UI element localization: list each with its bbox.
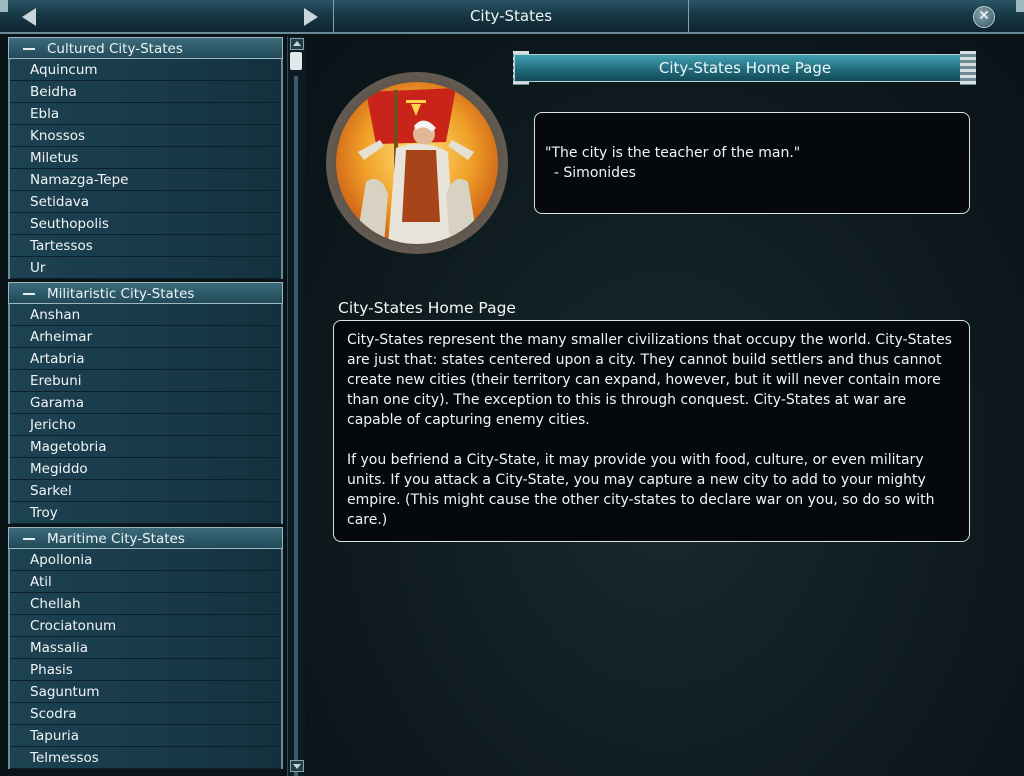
- sidebar-item-miletus[interactable]: Miletus: [10, 147, 281, 169]
- description-paragraph-1: City-States represent the many smaller c…: [347, 332, 952, 428]
- category-header-maritime[interactable]: Maritime City-States: [8, 527, 283, 549]
- sidebar-item-erebuni[interactable]: Erebuni: [10, 370, 281, 392]
- sidebar-item-apollonia[interactable]: Apollonia: [10, 549, 281, 571]
- sidebar-item-knossos[interactable]: Knossos: [10, 125, 281, 147]
- sidebar-item-artabria[interactable]: Artabria: [10, 348, 281, 370]
- page-banner: City-States Home Page: [514, 54, 976, 82]
- quote-text: "The city is the teacher of the man.": [545, 145, 801, 161]
- category-list-maritime: Apollonia Atil Chellah Crociatonum Massa…: [8, 549, 283, 769]
- scroll-up-icon[interactable]: [290, 38, 304, 50]
- sidebar-item-sarkel[interactable]: Sarkel: [10, 480, 281, 502]
- forward-arrow-icon[interactable]: [304, 8, 318, 26]
- quote-box: "The city is the teacher of the man." - …: [534, 112, 970, 214]
- sidebar-item-ur[interactable]: Ur: [10, 257, 281, 279]
- back-arrow-icon[interactable]: [22, 8, 36, 26]
- top-bar: City-States ✕: [0, 0, 1024, 34]
- sidebar-item-setidava[interactable]: Setidava: [10, 191, 281, 213]
- category-label: Cultured City-States: [47, 41, 183, 57]
- sidebar-item-aquincum[interactable]: Aquincum: [10, 59, 281, 81]
- sidebar-item-telmessos[interactable]: Telmessos: [10, 747, 281, 769]
- description-box: City-States represent the many smaller c…: [333, 320, 970, 542]
- portrait-image: [336, 82, 498, 244]
- scroll-track[interactable]: [294, 76, 298, 776]
- sidebar-item-tartessos[interactable]: Tartessos: [10, 235, 281, 257]
- category-list-militaristic: Anshan Arheimar Artabria Erebuni Garama …: [8, 304, 283, 524]
- sidebar-item-saguntum[interactable]: Saguntum: [10, 681, 281, 703]
- sidebar-item-jericho[interactable]: Jericho: [10, 414, 281, 436]
- sidebar-item-magetobria[interactable]: Magetobria: [10, 436, 281, 458]
- category-label: Militaristic City-States: [47, 286, 195, 302]
- sidebar-item-crociatonum[interactable]: Crociatonum: [10, 615, 281, 637]
- description-paragraph-2: If you befriend a City-State, it may pro…: [347, 452, 935, 528]
- close-icon[interactable]: ✕: [973, 6, 995, 28]
- category-list-cultured: Aquincum Beidha Ebla Knossos Miletus Nam…: [8, 59, 283, 279]
- sidebar-item-ebla[interactable]: Ebla: [10, 103, 281, 125]
- category-header-militaristic[interactable]: Militaristic City-States: [8, 282, 283, 304]
- sidebar-item-arheimar[interactable]: Arheimar: [10, 326, 281, 348]
- collapse-icon: [23, 293, 35, 295]
- quote-author: - Simonides: [545, 165, 636, 181]
- herald-figure-icon: [356, 88, 478, 244]
- city-state-portrait: [326, 72, 508, 254]
- window-title: City-States: [333, 0, 689, 32]
- nav-segment: [0, 0, 334, 32]
- collapse-icon: [23, 538, 35, 540]
- collapse-icon: [23, 48, 35, 50]
- section-title: City-States Home Page: [338, 299, 516, 317]
- sidebar: Cultured City-States Aquincum Beidha Ebl…: [8, 36, 283, 776]
- sidebar-item-namazga-tepe[interactable]: Namazga-Tepe: [10, 169, 281, 191]
- sidebar-item-troy[interactable]: Troy: [10, 502, 281, 524]
- sidebar-item-phasis[interactable]: Phasis: [10, 659, 281, 681]
- banner-endcap-right: [960, 51, 976, 85]
- sidebar-item-chellah[interactable]: Chellah: [10, 593, 281, 615]
- sidebar-item-tapuria[interactable]: Tapuria: [10, 725, 281, 747]
- sidebar-scrollbar[interactable]: [287, 36, 305, 776]
- scroll-thumb[interactable]: [290, 52, 302, 70]
- sidebar-item-anshan[interactable]: Anshan: [10, 304, 281, 326]
- sidebar-item-garama[interactable]: Garama: [10, 392, 281, 414]
- sidebar-item-megiddo[interactable]: Megiddo: [10, 458, 281, 480]
- scroll-down-icon[interactable]: [290, 760, 304, 772]
- category-header-cultured[interactable]: Cultured City-States: [8, 37, 283, 59]
- sidebar-item-beidha[interactable]: Beidha: [10, 81, 281, 103]
- sidebar-item-seuthopolis[interactable]: Seuthopolis: [10, 213, 281, 235]
- sidebar-item-massalia[interactable]: Massalia: [10, 637, 281, 659]
- frame-corner-right: [1016, 0, 1024, 12]
- sidebar-item-scodra[interactable]: Scodra: [10, 703, 281, 725]
- category-label: Maritime City-States: [47, 531, 185, 547]
- sidebar-item-atil[interactable]: Atil: [10, 571, 281, 593]
